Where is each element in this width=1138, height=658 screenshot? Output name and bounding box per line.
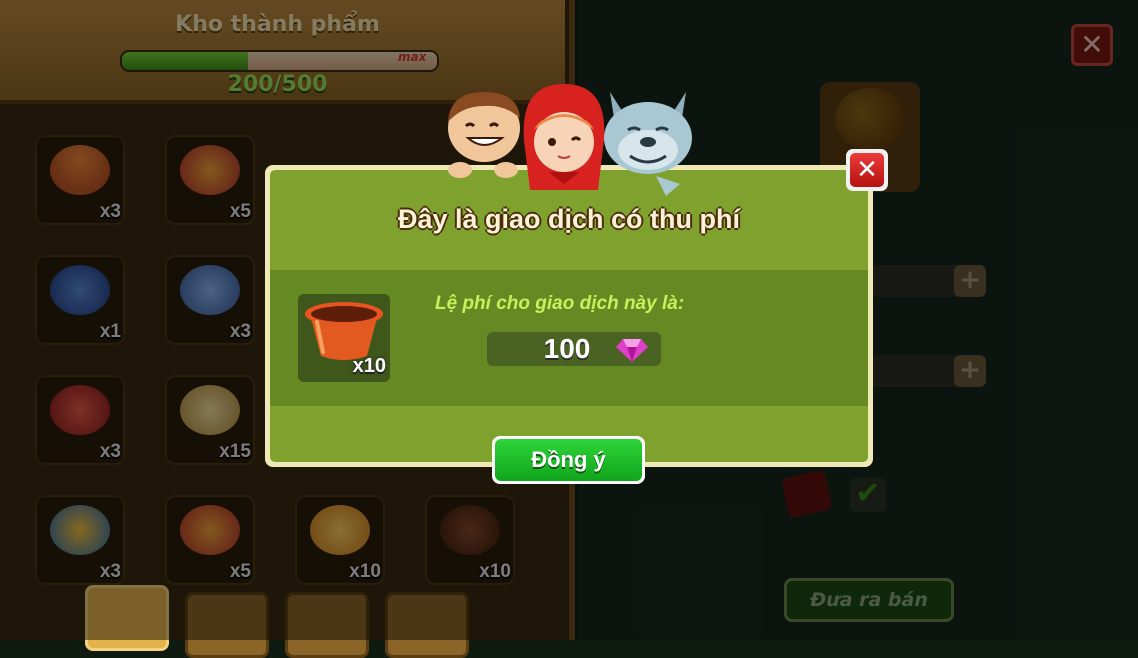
pink-gem-icon [616,339,648,362]
dialog-title: Đây là giao dịch có thu phí [397,204,741,234]
close-icon: ✕ [850,153,884,187]
price-display: 100 [487,332,661,366]
wolf-character-icon [604,92,692,196]
item-preview: x10 [298,294,390,382]
boy-character-icon [448,92,520,178]
price-value: 100 [543,333,591,364]
flower-pot-icon [305,302,383,360]
fee-dialog-body: Đây là giao dịch có thu phí Lệ phí cho g… [270,170,868,462]
fee-dialog: Đây là giao dịch có thu phí Lệ phí cho g… [265,165,873,467]
item-quantity: x10 [352,355,386,377]
dialog-close-button[interactable]: ✕ [846,149,888,191]
confirm-button-label: Đồng ý [495,439,642,481]
confirm-button[interactable]: Đồng ý [492,436,645,484]
fee-label: Lệ phí cho giao dịch này là: [435,293,685,314]
